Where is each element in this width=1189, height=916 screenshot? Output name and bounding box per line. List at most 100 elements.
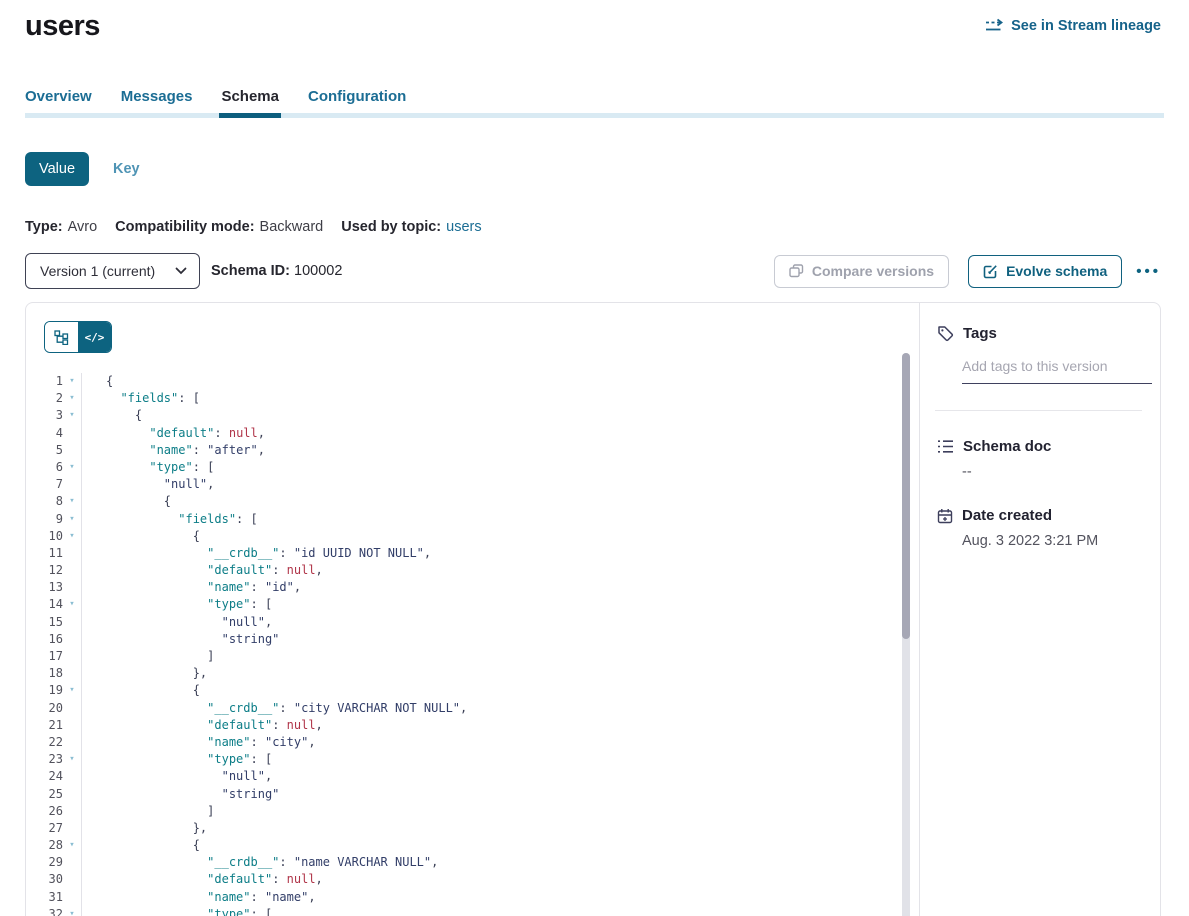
fold-arrow-icon[interactable]: ▾: [63, 528, 81, 545]
see-in-stream-lineage-label: See in Stream lineage: [1011, 18, 1161, 34]
fold-gutter: [63, 579, 81, 596]
fold-arrow-icon[interactable]: ▾: [63, 837, 81, 854]
tree-view-button[interactable]: [45, 322, 78, 352]
tabs-row: Overview Messages Schema Configuration: [25, 88, 1164, 107]
line-number: 17: [26, 648, 63, 665]
schema-panel: </> 1▾{2▾ "fields": [3▾ {4 "default": nu…: [25, 302, 1161, 916]
fold-arrow-icon[interactable]: ▾: [63, 751, 81, 768]
fold-arrow-icon[interactable]: ▾: [63, 373, 81, 390]
line-number: 16: [26, 631, 63, 648]
meta-value: Backward: [260, 219, 324, 235]
line-number: 4: [26, 425, 63, 442]
value-key-toggle: Value Key: [25, 152, 140, 186]
evolve-schema-button[interactable]: Evolve schema: [968, 255, 1122, 288]
line-number: 27: [26, 820, 63, 837]
tags-title: Tags: [963, 325, 997, 342]
line-number: 3: [26, 407, 63, 424]
line-number: 18: [26, 665, 63, 682]
tab-configuration[interactable]: Configuration: [308, 88, 406, 107]
tabs: Overview Messages Schema Configuration: [25, 88, 1164, 118]
fold-gutter: [63, 820, 81, 837]
tags-section: Tags: [937, 325, 1142, 411]
fold-gutter: [63, 476, 81, 493]
meta-value: Avro: [68, 219, 98, 235]
fold-gutter: [63, 734, 81, 751]
compare-versions-label: Compare versions: [812, 263, 934, 279]
fold-gutter: [63, 631, 81, 648]
line-number: 26: [26, 803, 63, 820]
tab-track: [25, 113, 1164, 118]
fold-arrow-icon[interactable]: ▾: [63, 682, 81, 699]
list-icon: [937, 439, 954, 454]
fold-gutter: [63, 786, 81, 803]
fold-gutter: [63, 700, 81, 717]
stream-lineage-icon: [985, 18, 1004, 34]
editor-view-toggle: </>: [44, 321, 112, 353]
line-number: 10: [26, 528, 63, 545]
fold-gutter: [63, 768, 81, 785]
meta-label: Used by topic:: [341, 219, 441, 235]
fold-gutter: [63, 614, 81, 631]
page-title: users: [25, 10, 100, 43]
sidebar-divider: [935, 410, 1142, 411]
key-toggle-button[interactable]: Key: [113, 161, 140, 177]
tab-overview[interactable]: Overview: [25, 88, 92, 107]
evolve-schema-label: Evolve schema: [1006, 263, 1107, 279]
line-number: 23: [26, 751, 63, 768]
line-number: 29: [26, 854, 63, 871]
chevron-down-icon: [175, 267, 187, 275]
tab-schema[interactable]: Schema: [221, 88, 279, 107]
schema-doc-title: Schema doc: [963, 438, 1051, 455]
fold-gutter: [63, 889, 81, 906]
editor-scrollbar[interactable]: [902, 353, 910, 916]
date-created-section: Date created Aug. 3 2022 3:21 PM: [937, 507, 1142, 549]
fold-arrow-icon[interactable]: ▾: [63, 493, 81, 510]
line-number: 32: [26, 906, 63, 916]
code-view-icon: </>: [85, 331, 105, 344]
line-number: 6: [26, 459, 63, 476]
fold-arrow-icon[interactable]: ▾: [63, 906, 81, 916]
schema-doc-value: --: [962, 464, 1142, 480]
line-number: 5: [26, 442, 63, 459]
meta-item: Type:Avro: [25, 219, 97, 235]
controls-row: Version 1 (current) Schema ID: 100002 Co…: [25, 253, 1161, 289]
line-number: 21: [26, 717, 63, 734]
code-view-button[interactable]: </>: [78, 322, 111, 352]
version-select[interactable]: Version 1 (current): [25, 253, 200, 289]
version-select-value: Version 1 (current): [40, 263, 155, 279]
editor-scrollbar-thumb[interactable]: [902, 353, 910, 639]
tab-messages[interactable]: Messages: [121, 88, 193, 107]
fold-gutter: [63, 665, 81, 682]
compare-versions-icon: [789, 264, 804, 278]
schema-meta-row: Type:AvroCompatibility mode:BackwardUsed…: [25, 219, 482, 235]
line-number: 15: [26, 614, 63, 631]
date-created-value: Aug. 3 2022 3:21 PM: [962, 533, 1142, 549]
fold-gutter: [63, 545, 81, 562]
line-number: 31: [26, 889, 63, 906]
add-tags-input[interactable]: [962, 358, 1152, 384]
meta-item: Used by topic: users: [341, 219, 481, 235]
schema-page: users See in Stream lineage Overview Mess…: [0, 0, 1189, 916]
fold-arrow-icon[interactable]: ▾: [63, 407, 81, 424]
fold-gutter: [63, 425, 81, 442]
line-number: 1: [26, 373, 63, 390]
compare-versions-button[interactable]: Compare versions: [774, 255, 949, 288]
fold-arrow-icon[interactable]: ▾: [63, 511, 81, 528]
line-number: 28: [26, 837, 63, 854]
line-number: 14: [26, 596, 63, 613]
schema-sidebar: Tags Schema doc --: [919, 303, 1162, 916]
fold-arrow-icon[interactable]: ▾: [63, 596, 81, 613]
line-number: 12: [26, 562, 63, 579]
fold-arrow-icon[interactable]: ▾: [63, 390, 81, 407]
value-toggle-button[interactable]: Value: [25, 152, 89, 186]
line-number: 9: [26, 511, 63, 528]
line-number: 22: [26, 734, 63, 751]
schema-doc-section: Schema doc --: [937, 438, 1142, 480]
line-number: 19: [26, 682, 63, 699]
see-in-stream-lineage-link[interactable]: See in Stream lineage: [985, 18, 1161, 34]
schema-id: Schema ID: 100002: [211, 263, 342, 279]
fold-gutter: [63, 717, 81, 734]
more-options-button[interactable]: •••: [1136, 264, 1161, 279]
meta-value-link[interactable]: users: [446, 219, 481, 235]
fold-arrow-icon[interactable]: ▾: [63, 459, 81, 476]
